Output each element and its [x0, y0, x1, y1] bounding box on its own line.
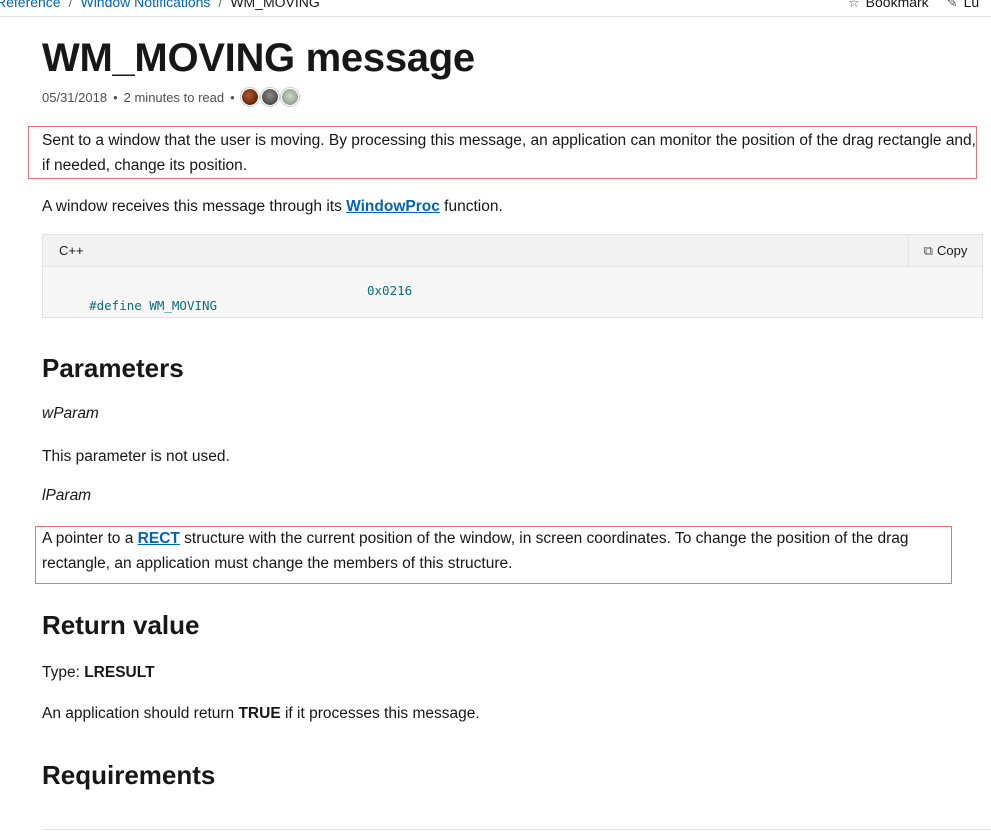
top-actions: ☆ Bookmark ✎ Lu: [848, 0, 979, 11]
rect-link[interactable]: RECT: [138, 530, 180, 547]
breadcrumb-current: WM_MOVING: [230, 0, 320, 10]
code-content[interactable]: #define WM_MOVING 0x0216: [59, 283, 412, 328]
windowproc-link[interactable]: WindowProc: [346, 198, 440, 215]
contributor-avatar[interactable]: [280, 88, 299, 106]
windowproc-suffix: function.: [439, 198, 503, 215]
bookmark-label: Bookmark: [865, 0, 929, 10]
bookmark-button[interactable]: ☆ Bookmark: [848, 0, 929, 10]
breadcrumb-separator: /: [218, 0, 223, 10]
edit-button[interactable]: ✎ Lu: [947, 0, 979, 10]
return-type: Type: LRESULT: [42, 660, 155, 685]
parameters-heading: Parameters: [42, 353, 184, 383]
meta-separator: •: [230, 89, 235, 105]
code-language-label: C++: [59, 243, 84, 258]
return-type-value: LRESULT: [84, 664, 155, 681]
lparam-name: lParam: [42, 487, 92, 504]
article-meta: 05/31/2018 • 2 minutes to read •: [42, 88, 301, 106]
read-time: 2 minutes to read: [123, 89, 225, 105]
page-title: WM_MOVING message: [42, 36, 475, 80]
wparam-description: This parameter is not used.: [42, 448, 230, 465]
return-desc-bold: TRUE: [238, 705, 281, 722]
return-desc-prefix: An application should return: [42, 705, 239, 722]
wparam-name: wParam: [42, 405, 99, 422]
return-description: An application should return TRUE if it …: [42, 701, 480, 726]
return-desc-suffix: if it processes this message.: [280, 705, 480, 722]
bookmark-icon: ☆: [848, 0, 860, 10]
breadcrumb-separator: /: [68, 0, 73, 10]
code-define: #define WM_MOVING: [89, 298, 218, 313]
edit-icon: ✎: [946, 0, 958, 10]
divider: [42, 829, 991, 830]
code-block-header: C++ ⧉ Copy: [43, 235, 982, 267]
return-value-heading: Return value: [42, 610, 200, 640]
article-date: 05/31/2018: [42, 89, 108, 105]
windowproc-paragraph: A window receives this message through i…: [42, 194, 503, 219]
copy-label: Copy: [936, 243, 968, 258]
description-paragraph: Sent to a window that the user is moving…: [42, 132, 976, 174]
lparam-description: A pointer to a RECT structure with the c…: [42, 526, 947, 576]
windowproc-prefix: A window receives this message through i…: [42, 198, 347, 215]
lparam-prefix: A pointer to a: [42, 530, 138, 547]
contributor-avatar[interactable]: [240, 88, 259, 106]
breadcrumb-window-notifications[interactable]: Window Notifications: [80, 0, 210, 10]
top-bar: Reference / Window Notifications / WM_MOVING…: [0, 0, 991, 17]
edit-label: Lu: [963, 0, 980, 10]
contributor-avatar[interactable]: [260, 88, 279, 106]
return-type-prefix: Type:: [42, 664, 85, 681]
code-block: C++ ⧉ Copy #define WM_MOVING 0x0216: [42, 234, 983, 318]
copy-icon: ⧉: [923, 242, 933, 258]
breadcrumb: Reference / Window Notifications / WM_MOVING: [0, 0, 320, 10]
copy-button[interactable]: ⧉ Copy: [908, 235, 982, 266]
meta-separator: •: [113, 89, 118, 105]
requirements-heading: Requirements: [42, 760, 216, 790]
breadcrumb-reference[interactable]: Reference: [0, 0, 61, 10]
code-value: 0x0216: [367, 283, 413, 298]
